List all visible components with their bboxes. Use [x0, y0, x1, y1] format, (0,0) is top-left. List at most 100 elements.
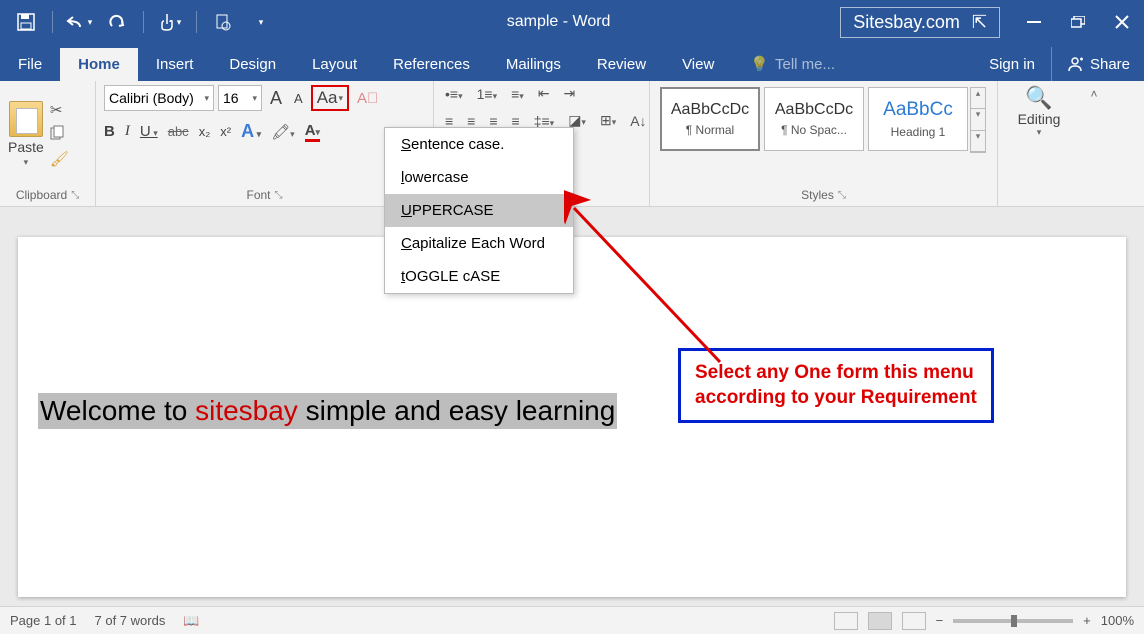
paste-button[interactable]: Paste ▾ — [8, 85, 44, 184]
tab-references[interactable]: References — [375, 48, 488, 81]
save-icon[interactable] — [10, 6, 42, 38]
case-uppercase[interactable]: UPPERCASE — [385, 194, 573, 227]
change-case-button[interactable]: Aa▾ — [311, 85, 349, 111]
style-nospace-name: ¶ No Spac... — [781, 123, 847, 137]
case-lowercase[interactable]: lowercase — [385, 161, 573, 194]
zoom-slider[interactable] — [953, 619, 1073, 623]
window-title: sample - Word — [277, 13, 840, 31]
increase-font-button[interactable]: A — [266, 88, 286, 109]
clear-formatting-icon[interactable]: A⃠ — [353, 90, 382, 107]
superscript-button[interactable]: x² — [220, 124, 231, 139]
undo-icon[interactable]: ▾ — [63, 6, 95, 38]
tab-insert[interactable]: Insert — [138, 48, 212, 81]
case-capitalize-each[interactable]: Capitalize Each Word — [385, 227, 573, 260]
clipboard-label: Clipboard — [16, 188, 67, 202]
multilevel-button[interactable]: ≡▾ — [508, 86, 527, 102]
qat-customize-icon[interactable]: ▾ — [245, 6, 277, 38]
selected-text[interactable]: Welcome to sitesbay simple and easy lear… — [38, 393, 617, 429]
styles-scrollbar[interactable]: ▴▾▾ — [970, 87, 986, 153]
change-case-label: Aa — [317, 88, 338, 108]
zoom-in-button[interactable]: + — [1083, 613, 1091, 628]
tab-mailings[interactable]: Mailings — [488, 48, 579, 81]
status-words[interactable]: 7 of 7 words — [95, 613, 166, 628]
paste-icon — [9, 101, 43, 137]
doc-text-before: Welcome to — [40, 395, 195, 426]
bold-button[interactable]: B — [104, 123, 115, 140]
annotation-line1: Select any One form this menu — [695, 361, 977, 386]
subscript-button[interactable]: x₂ — [199, 124, 211, 139]
font-launcher-icon[interactable]: ⤡ — [275, 190, 283, 201]
sort-button[interactable]: A↓ — [627, 113, 649, 129]
font-label: Font — [246, 188, 270, 202]
group-styles: AaBbCcDc ¶ Normal AaBbCcDc ¶ No Spac... … — [650, 81, 998, 206]
status-page[interactable]: Page 1 of 1 — [10, 613, 77, 628]
borders-button[interactable]: ⊞▾ — [597, 112, 619, 129]
font-name-value: Calibri (Body) — [109, 90, 194, 106]
strikethrough-button[interactable]: abc — [168, 124, 189, 139]
case-sentence[interactable]: SSentence case.entence case. — [385, 128, 573, 161]
copy-icon[interactable] — [50, 125, 69, 144]
text-effects-button[interactable]: A ▾ — [241, 121, 261, 142]
window-controls — [1012, 0, 1144, 44]
tab-view[interactable]: View — [664, 48, 732, 81]
tab-design[interactable]: Design — [211, 48, 294, 81]
zoom-out-button[interactable]: − — [936, 613, 944, 628]
font-size-combo[interactable]: 16▾ — [218, 85, 262, 111]
share-button[interactable]: Share — [1051, 47, 1144, 81]
case-toggle[interactable]: tOGGLE cASE — [385, 260, 573, 293]
cut-icon[interactable]: ✂ — [50, 101, 69, 119]
read-mode-button[interactable] — [834, 612, 858, 630]
group-clipboard: Paste ▾ ✂ 🖌 Clipboard ⤡ — [0, 81, 96, 206]
italic-button[interactable]: I — [125, 123, 130, 140]
redo-icon[interactable] — [101, 6, 133, 38]
title-bar: ▾ ▾ ▾ sample - Word Sitesbay.com ⇱ — [0, 0, 1144, 44]
spellcheck-icon[interactable]: 📖 — [183, 613, 199, 629]
bulb-icon: 💡 — [750, 55, 769, 73]
bullets-button[interactable]: •≡▾ — [442, 86, 466, 102]
clipboard-launcher-icon[interactable]: ⤡ — [71, 190, 79, 201]
underline-button[interactable]: U ▾ — [140, 123, 158, 140]
style-heading1[interactable]: AaBbCc Heading 1 — [868, 87, 968, 151]
font-color-button[interactable]: A▾ — [305, 122, 320, 142]
style-nospace-sample: AaBbCcDc — [775, 101, 853, 119]
style-normal[interactable]: AaBbCcDc ¶ Normal — [660, 87, 760, 151]
highlight-button[interactable]: 🖍▾ — [271, 123, 295, 141]
doc-text-highlight: sitesbay — [195, 395, 298, 426]
quick-access-toolbar: ▾ ▾ ▾ — [0, 6, 277, 38]
print-layout-button[interactable] — [868, 612, 892, 630]
status-bar: Page 1 of 1 7 of 7 words 📖 − + 100% — [0, 606, 1144, 634]
sign-in-link[interactable]: Sign in — [973, 48, 1051, 81]
tab-review[interactable]: Review — [579, 48, 664, 81]
find-icon: 🔍 — [1025, 85, 1052, 111]
styles-launcher-icon[interactable]: ⤡ — [838, 190, 846, 201]
tab-file[interactable]: File — [0, 48, 60, 81]
numbering-button[interactable]: 1≡▾ — [474, 86, 501, 102]
decrease-font-button[interactable]: A — [290, 91, 307, 106]
style-heading1-sample: AaBbCc — [883, 99, 953, 121]
font-name-combo[interactable]: Calibri (Body)▾ — [104, 85, 214, 111]
tell-me-search[interactable]: 💡Tell me... — [732, 47, 853, 81]
watermark-label: Sitesbay.com ⇱ — [840, 7, 1000, 38]
group-editing: 🔍 Editing ▾ — [998, 81, 1080, 206]
tab-layout[interactable]: Layout — [294, 48, 375, 81]
font-size-value: 16 — [223, 90, 239, 106]
collapse-ribbon-button[interactable]: ˄ — [1080, 81, 1108, 206]
share-icon — [1066, 55, 1084, 73]
touch-mode-icon[interactable]: ▾ — [154, 6, 186, 38]
print-preview-icon[interactable] — [207, 6, 239, 38]
editing-button[interactable]: 🔍 Editing ▾ — [1006, 85, 1072, 138]
editing-label: Editing — [1018, 111, 1061, 127]
style-heading1-name: Heading 1 — [891, 125, 946, 139]
minimize-button[interactable] — [1012, 0, 1056, 44]
increase-indent-button[interactable]: ⇥ — [561, 85, 579, 102]
decrease-indent-button[interactable]: ⇤ — [535, 85, 553, 102]
format-painter-icon[interactable]: 🖌 — [50, 150, 69, 168]
close-button[interactable] — [1100, 0, 1144, 44]
change-case-menu: SSentence case.entence case. lowercase U… — [384, 127, 574, 294]
restore-button[interactable] — [1056, 0, 1100, 44]
tab-home[interactable]: Home — [60, 48, 138, 81]
web-layout-button[interactable] — [902, 612, 926, 630]
style-no-spacing[interactable]: AaBbCcDc ¶ No Spac... — [764, 87, 864, 151]
annotation-callout: Select any One form this menu according … — [678, 348, 994, 423]
zoom-level[interactable]: 100% — [1101, 613, 1134, 628]
